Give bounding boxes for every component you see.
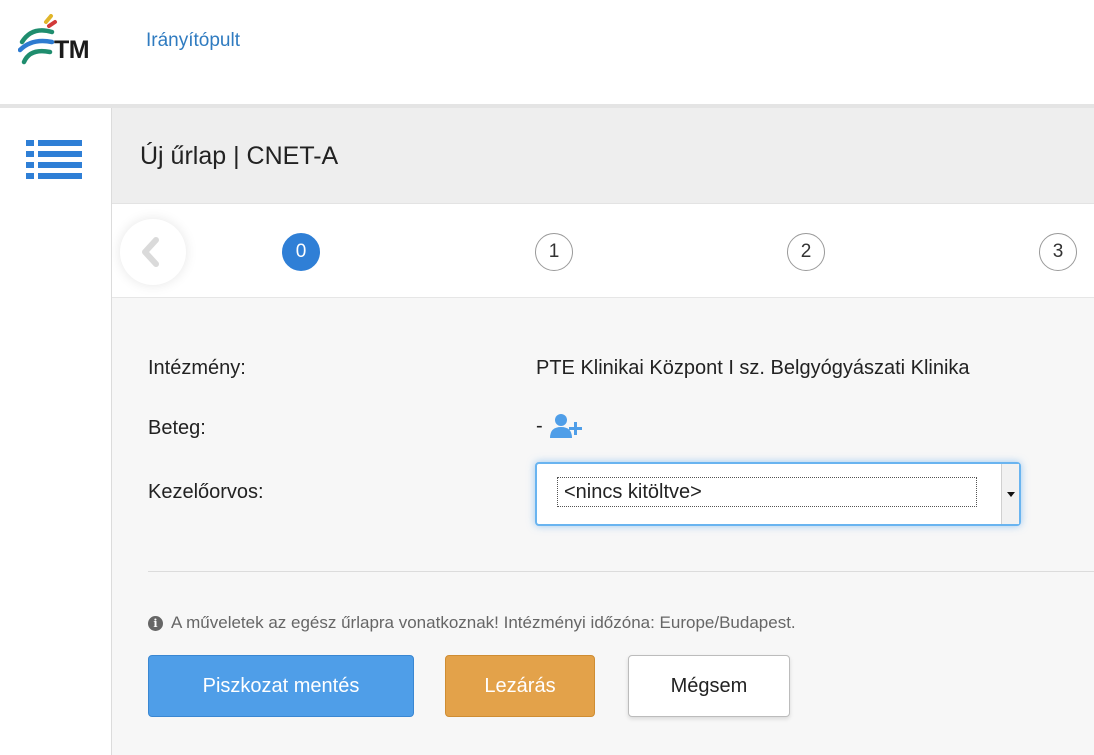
step-1[interactable]: 1: [535, 233, 573, 271]
institution-value: PTE Klinikai Központ I sz. Belgyógyászat…: [536, 357, 970, 379]
close-form-button[interactable]: Lezárás: [445, 655, 595, 717]
step-0[interactable]: 0: [282, 233, 320, 271]
main-content: Új űrlap | CNET-A 0 1 2 3 Intézmény: PTE…: [112, 108, 1094, 755]
stepper-prev-button[interactable]: [120, 219, 186, 285]
cancel-button[interactable]: Mégsem: [628, 655, 790, 717]
patient-value: -: [536, 415, 543, 437]
menu-list-icon[interactable]: [26, 138, 82, 182]
logo-icon: [17, 14, 57, 65]
app-logo[interactable]: TM: [17, 14, 110, 70]
step-3[interactable]: 3: [1039, 233, 1077, 271]
page-header: Új űrlap | CNET-A: [112, 108, 1094, 204]
divider: [148, 571, 1094, 572]
page-title: Új űrlap | CNET-A: [140, 142, 339, 170]
form-stepper: 0 1 2 3: [112, 204, 1094, 298]
chevron-left-icon: [142, 237, 159, 267]
institution-label: Intézmény:: [148, 357, 246, 379]
chevron-down-icon: [1001, 464, 1019, 524]
form-body: Intézmény: PTE Klinikai Központ I sz. Be…: [112, 298, 1094, 755]
step-2[interactable]: 2: [787, 233, 825, 271]
physician-select[interactable]: <nincs kitöltve>: [535, 462, 1021, 526]
top-bar: TM Irányítópult: [0, 0, 1094, 104]
patient-label: Beteg:: [148, 417, 206, 439]
info-icon: i: [148, 615, 163, 631]
info-note: i A műveletek az egész űrlapra vonatkozn…: [148, 613, 796, 633]
info-text: A műveletek az egész űrlapra vonatkoznak…: [171, 613, 796, 632]
logo-text: TM: [54, 36, 90, 64]
sidebar: [0, 108, 112, 755]
save-draft-button[interactable]: Piszkozat mentés: [148, 655, 414, 717]
physician-select-value: <nincs kitöltve>: [557, 477, 977, 507]
add-patient-icon[interactable]: [550, 413, 582, 439]
physician-label: Kezelőorvos:: [148, 481, 264, 503]
dashboard-link[interactable]: Irányítópult: [146, 30, 240, 52]
